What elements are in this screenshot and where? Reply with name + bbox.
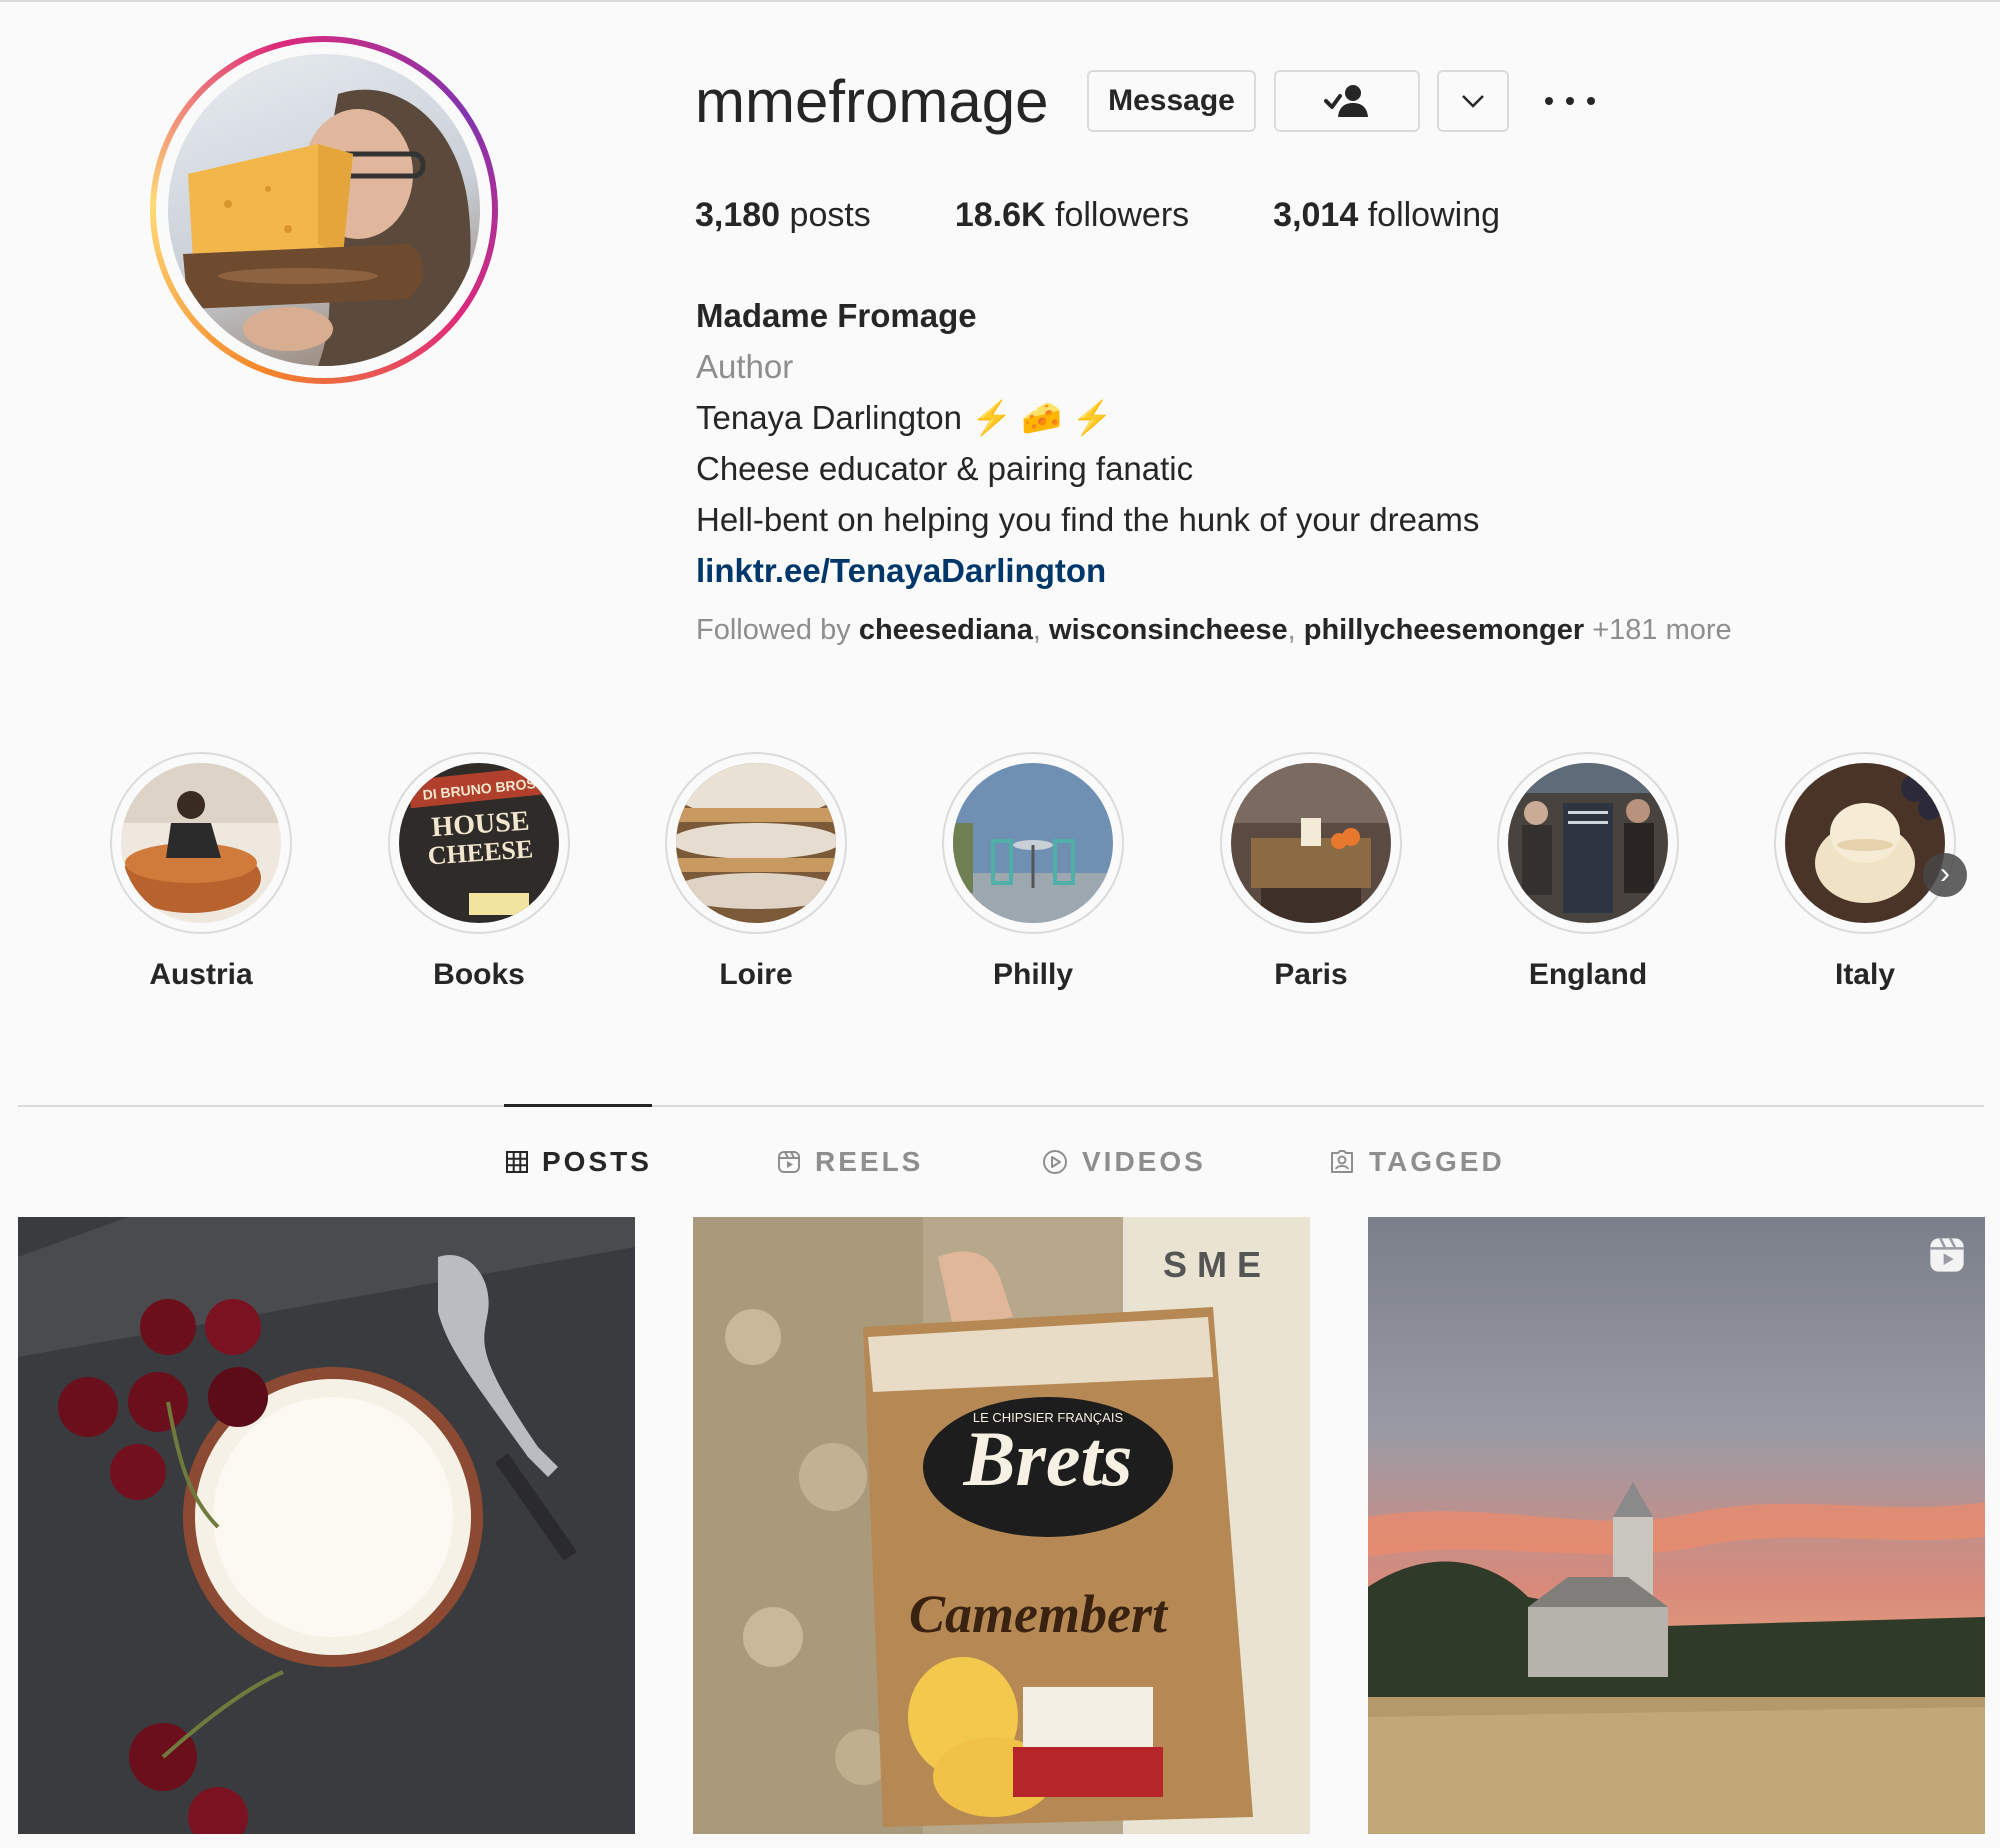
highlight-austria[interactable]: Austria	[109, 752, 293, 992]
highlight-books[interactable]: DI BRUNO BROS HOUSE CHEESE Books	[387, 752, 571, 992]
profile-bio: Madame Fromage Author Tenaya Darlington …	[696, 290, 1896, 596]
followed-by-prefix: Followed by	[696, 614, 851, 646]
dot	[1566, 97, 1574, 105]
posts-label: posts	[789, 196, 871, 234]
tab-label: VIDEOS	[1082, 1146, 1206, 1177]
bio-line-1: Tenaya Darlington ⚡ 🧀 ⚡	[696, 392, 1896, 443]
highlight-philly[interactable]: Philly	[941, 752, 1125, 992]
play-circle-icon	[1043, 1150, 1067, 1174]
chevron-down-icon	[1462, 95, 1484, 108]
post-image-cheese-cherries	[18, 1217, 635, 1834]
posts-count: 3,180	[695, 196, 781, 234]
following-check-icon	[1324, 85, 1368, 117]
post-image-chips-bag: S M E Brets LE CHIPSIER FRANÇAIS Camembe…	[693, 1217, 1310, 1834]
following-count: 3,014	[1273, 196, 1359, 234]
highlight-label: Paris	[1274, 958, 1348, 991]
highlight-ring: DI BRUNO BROS HOUSE CHEESE	[388, 752, 570, 934]
suggested-accounts-button[interactable]	[1437, 70, 1509, 132]
reels-icon	[1930, 1237, 1964, 1272]
posts-stat: 3,180 posts	[695, 196, 871, 235]
bio-line-3: Hell-bent on helping you find the hunk o…	[696, 501, 1480, 538]
tab-label: TAGGED	[1369, 1146, 1505, 1177]
post-thumbnail[interactable]	[18, 1217, 635, 1834]
highlight-cover	[1785, 763, 1945, 923]
tab-tagged[interactable]: TAGGED	[1329, 1142, 1505, 1182]
avatar-photo	[168, 54, 480, 366]
highlight-loire[interactable]: Loire	[664, 752, 848, 992]
post-thumbnail[interactable]: S M E Brets LE CHIPSIER FRANÇAIS Camembe…	[693, 1217, 1310, 1834]
tab-label: POSTS	[542, 1146, 652, 1177]
highlight-england[interactable]: England	[1496, 752, 1680, 992]
followers-label: followers	[1055, 196, 1190, 234]
tagged-icon	[1331, 1150, 1353, 1173]
highlight-label: Loire	[719, 958, 793, 991]
highlight-label: England	[1528, 958, 1648, 991]
dot	[1545, 97, 1553, 105]
tab-posts[interactable]: POSTS	[506, 1142, 652, 1182]
grid-icon	[506, 1151, 528, 1173]
highlight-label: Italy	[1834, 958, 1896, 991]
highlight-cover: DI BRUNO BROS HOUSE CHEESE	[399, 763, 559, 923]
reel-badge	[1927, 1235, 1967, 1280]
top-divider	[0, 0, 2000, 2]
highlight-ring	[942, 752, 1124, 934]
reels-icon	[778, 1151, 800, 1173]
followed-by-user[interactable]: wisconsincheese	[1049, 614, 1288, 646]
highlight-paris[interactable]: Paris	[1219, 752, 1403, 992]
highlight-ring	[110, 752, 292, 934]
following-label: following	[1367, 196, 1501, 234]
highlights-next-arrow-icon[interactable]: ›	[1923, 853, 1967, 897]
followed-by[interactable]: Followed by cheesediana, wisconsincheese…	[696, 614, 1732, 647]
highlight-cover	[953, 763, 1113, 923]
highlight-cover	[1508, 763, 1668, 923]
following-button[interactable]	[1274, 70, 1420, 132]
bio-category: Author	[696, 348, 794, 385]
highlight-ring	[665, 752, 847, 934]
bio-line-1-text: Tenaya Darlington	[696, 399, 962, 436]
profile-stats: 3,180 posts 18.6K followers 3,014 follow…	[695, 196, 1584, 235]
highlight-cover	[121, 763, 281, 923]
highlight-cover	[676, 763, 836, 923]
message-button[interactable]: Message	[1087, 70, 1256, 132]
highlight-label: Books	[433, 958, 525, 991]
followed-by-more: +181 more	[1592, 614, 1732, 646]
bio-full-name: Madame Fromage	[696, 297, 977, 334]
highlight-label: Austria	[149, 958, 253, 991]
followed-by-user[interactable]: phillycheesemonger	[1304, 614, 1584, 646]
tab-reels[interactable]: REELS	[777, 1142, 923, 1182]
fridge-logo: S M E	[1163, 1244, 1261, 1285]
bio-link[interactable]: linktr.ee/TenayaDarlington	[696, 552, 1106, 589]
followers-count: 18.6K	[954, 196, 1046, 234]
profile-username: mmefromage	[695, 68, 1049, 135]
highlight-label: Philly	[992, 958, 1074, 991]
bio-line-2: Cheese educator & pairing fanatic	[696, 450, 1194, 487]
highlight-ring	[1774, 752, 1956, 934]
post-thumbnail[interactable]	[1368, 1217, 1985, 1834]
dot	[1587, 97, 1595, 105]
tabs-divider	[18, 1105, 1984, 1107]
bag-top-text: LE CHIPSIER FRANÇAIS	[973, 1410, 1124, 1425]
post-image-sunset-field	[1368, 1217, 1985, 1834]
bag-brand: Brets	[962, 1415, 1132, 1502]
more-options-icon[interactable]	[1545, 78, 1595, 124]
active-tab-indicator	[504, 1104, 652, 1107]
bio-emoji: ⚡ 🧀 ⚡	[971, 399, 1113, 436]
bag-flavor: Camembert	[909, 1584, 1169, 1644]
profile-avatar[interactable]	[150, 36, 498, 384]
following-stat[interactable]: 3,014 following	[1273, 196, 1500, 235]
highlight-ring	[1497, 752, 1679, 934]
avatar-illustration	[183, 89, 471, 366]
highlight-ring	[1220, 752, 1402, 934]
followed-by-user[interactable]: cheesediana	[859, 614, 1033, 646]
tab-label: REELS	[815, 1146, 924, 1177]
highlight-cover	[1231, 763, 1391, 923]
tab-videos[interactable]: VIDEOS	[1042, 1142, 1206, 1182]
followers-stat[interactable]: 18.6K followers	[955, 196, 1189, 235]
